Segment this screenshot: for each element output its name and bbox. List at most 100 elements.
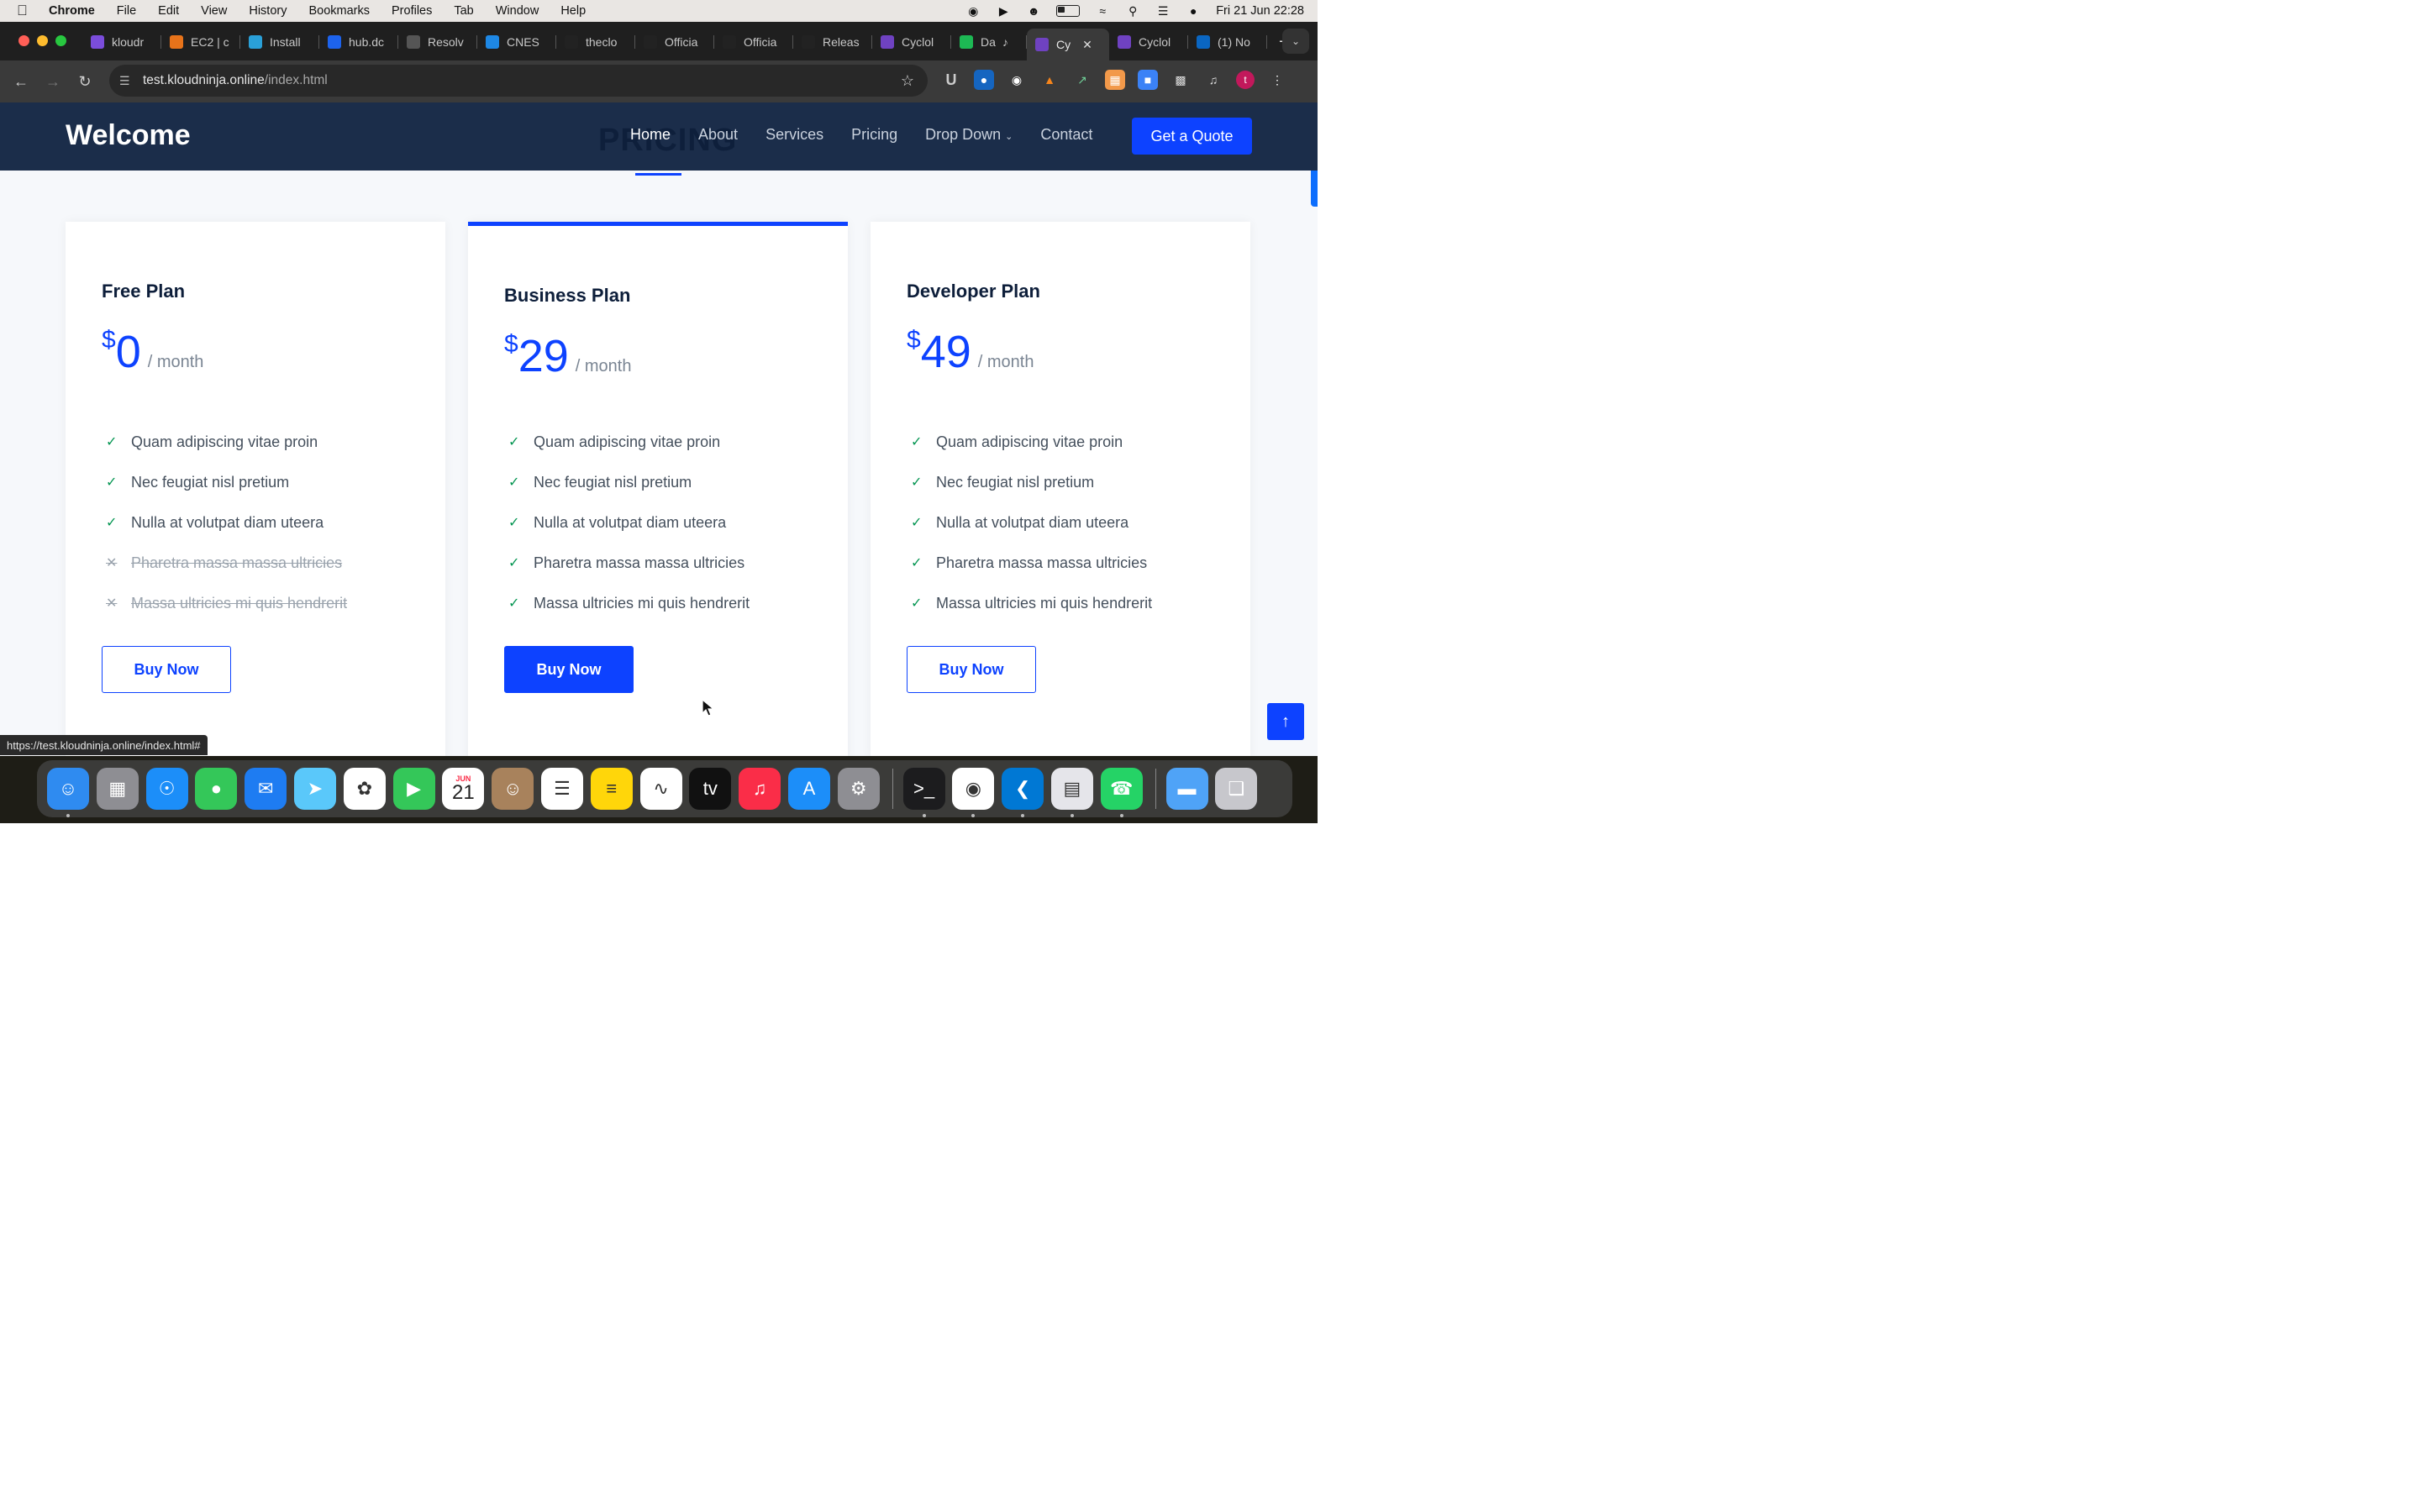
feature-text: Pharetra massa massa ultricies [936,554,1148,571]
browser-tab[interactable]: hub.dc [319,29,398,55]
site-logo[interactable]: Welcome [66,119,191,152]
browser-tab[interactable]: Officia [635,29,714,55]
nav-about[interactable]: About [698,126,738,144]
buy-now-button[interactable]: Buy Now [102,646,231,693]
maps-icon[interactable]: ➤ [293,768,336,810]
nav-pricing[interactable]: Pricing [851,126,897,144]
downloads-folder-icon[interactable]: ▬ [1165,768,1208,810]
menu-tab[interactable]: Tab [454,4,473,18]
browser-tab[interactable]: theclo [556,29,635,55]
site-info-icon[interactable]: ☰ [119,74,134,88]
reminders-icon[interactable]: ☰ [540,768,583,810]
speedometer-icon[interactable]: ◉ [965,4,981,18]
link-status-bar: https://test.kloudninja.online/index.htm… [0,735,208,755]
browser-tab[interactable]: EC2 | c [161,29,240,55]
menu-profiles[interactable]: Profiles [392,4,432,18]
spotlight-search-icon[interactable]: ⚲ [1125,4,1140,18]
finder-icon[interactable]: ☺ [47,768,89,817]
chart-extension-icon[interactable]: ↗ [1072,70,1092,90]
control-center-icon[interactable]: ☰ [1155,4,1171,18]
launchpad-icon[interactable]: ▦ [96,768,139,810]
extensions-puzzle-icon[interactable]: ▩ [1171,70,1191,90]
get-a-quote-button[interactable]: Get a Quote [1132,118,1252,155]
photos-icon[interactable]: ✿ [343,768,386,810]
zoom-window-button[interactable] [55,35,66,46]
extension-badge-icon[interactable]: ● [974,70,994,90]
whatsapp-icon[interactable]: ☎ [1100,768,1143,817]
media-control-icon[interactable]: ♫ [1203,70,1223,90]
price-period: / month [977,353,1034,371]
browser-tab[interactable]: CNES [477,29,556,55]
close-tab-icon[interactable]: ✕ [1082,38,1092,52]
nav-contact[interactable]: Contact [1040,126,1092,144]
back-button[interactable]: ← [5,73,37,91]
freeform-icon[interactable]: ∿ [639,768,682,810]
ublock-extension-icon[interactable]: U [941,70,961,90]
audio-playing-icon[interactable]: ♪ [1002,35,1008,49]
menu-file[interactable]: File [117,4,136,18]
preview-icon[interactable]: ▤ [1050,768,1093,817]
buy-now-button[interactable]: Buy Now [907,646,1036,693]
back-to-top-button[interactable]: ↑ [1267,703,1304,740]
browser-tab[interactable]: kloudr [82,29,161,55]
browser-tab[interactable]: Releas [793,29,872,55]
facetime-icon[interactable]: ▶ [392,768,435,810]
minimize-window-button[interactable] [37,35,48,46]
battery-icon[interactable] [1056,5,1081,17]
address-url[interactable]: test.kloudninja.online/index.html [143,73,328,88]
tab-title: hub.dc [349,35,385,49]
wifi-icon[interactable]: ≈ [1095,4,1110,18]
browser-tab[interactable]: Da ♪ [951,29,1027,55]
menubar-clock[interactable]: Fri 21 Jun 22:28 [1216,4,1304,18]
menu-window[interactable]: Window [496,4,539,18]
tab-search-button[interactable]: ⌄ [1282,29,1309,54]
browser-tab[interactable]: Install [240,29,319,55]
nav-home[interactable]: Home [630,126,671,144]
user-account-icon[interactable]: ☻ [1026,4,1041,18]
notes-icon[interactable]: ≡ [590,768,633,810]
menu-view[interactable]: View [201,4,227,18]
buy-now-button[interactable]: Buy Now [504,646,634,693]
app-store-icon[interactable]: A [787,768,830,810]
terminal-icon[interactable]: >_ [902,768,945,817]
messages-icon[interactable]: ● [195,768,238,810]
menu-history[interactable]: History [249,4,287,18]
contacts-icon[interactable]: ☺ [492,768,534,810]
reload-button[interactable]: ↻ [69,73,101,91]
bookmark-star-icon[interactable]: ☆ [901,72,914,90]
orange-extension-icon[interactable]: ▦ [1105,70,1125,90]
play-icon[interactable]: ▶ [996,4,1011,18]
chrome-menu-icon[interactable]: ⋮ [1267,70,1287,90]
address-bar[interactable]: ☰ test.kloudninja.online/index.html ☆ [109,65,928,97]
apple-tv-icon[interactable]: tv [689,768,732,810]
browser-tab[interactable]: Officia [714,29,793,55]
tab-active[interactable]: Cy ✕ [1027,29,1109,60]
browser-tab[interactable]: Cyclol [1109,29,1188,55]
browser-tab[interactable]: Cyclol [872,29,951,55]
metamask-extension-icon[interactable]: ▲ [1039,70,1060,90]
safari-icon[interactable]: ☉ [145,768,188,810]
vscode-icon[interactable]: ❮ [1002,768,1044,817]
pokeball-extension-icon[interactable]: ◉ [1007,70,1027,90]
mail-icon[interactable]: ✉ [245,768,287,810]
menu-app-name[interactable]: Chrome [49,4,95,18]
forward-button[interactable]: → [37,73,69,91]
trash-icon[interactable]: ❑ [1215,768,1258,810]
menu-edit[interactable]: Edit [158,4,179,18]
system-settings-icon[interactable]: ⚙ [837,768,880,810]
calendar-icon[interactable]: JUN 21 [442,768,485,810]
chrome-icon[interactable]: ◉ [952,768,995,817]
pricing-card: Developer Plan $49 / month ✓ Quam adipiscing… [871,222,1250,756]
menu-bookmarks[interactable]: Bookmarks [308,4,370,18]
nav-dropdown[interactable]: Drop Down ⌄ [925,126,1013,144]
close-window-button[interactable] [18,35,29,46]
nav-services[interactable]: Services [765,126,823,144]
browser-tab[interactable]: (1) No [1188,29,1267,55]
music-icon[interactable]: ♫ [739,768,781,810]
apple-menu-icon[interactable]:  [17,3,34,19]
menu-help[interactable]: Help [560,4,586,18]
blue-extension-icon[interactable]: ■ [1138,70,1158,90]
siri-icon[interactable]: ● [1186,4,1201,18]
browser-tab[interactable]: Resolv [398,29,477,55]
profile-avatar[interactable]: t [1236,71,1255,89]
